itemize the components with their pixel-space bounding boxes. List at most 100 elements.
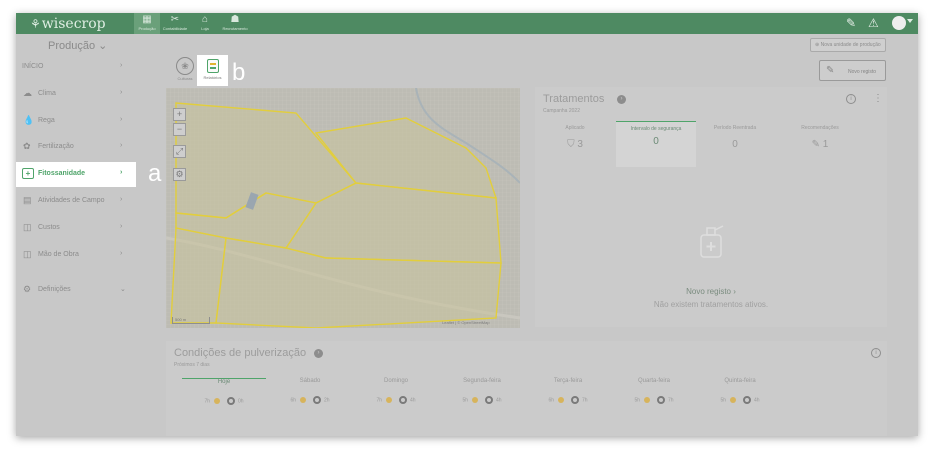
novo-registo-link[interactable]: Novo registo ›: [535, 287, 887, 296]
day-hours: 7h: [376, 397, 382, 404]
annotation-a: a: [148, 160, 162, 187]
sidebar-item-label: Definições: [38, 286, 71, 293]
logo-text: wisecrop: [41, 16, 106, 32]
sidebar-item-rega[interactable]: 💧 Rega ›: [16, 109, 136, 133]
sidebar-item-definicoes[interactable]: ⚙ Definições ⌄: [16, 278, 136, 302]
day-forecast[interactable]: Domingo 7h 4h: [354, 378, 438, 423]
sidebar-item-atividades[interactable]: ▤ Atividades de Campo ›: [16, 189, 136, 213]
annotation-b: b: [232, 59, 246, 86]
pulverizacao-title: Condições de pulverização: [174, 347, 307, 359]
worker-icon: ◫: [23, 249, 32, 259]
user-avatar[interactable]: [892, 16, 906, 30]
sidebar-item-label: Custos: [38, 224, 60, 231]
day-forecast[interactable]: Quinta-feira 5h 4h: [698, 378, 782, 423]
sun-icon: [386, 397, 392, 403]
chevron-down-icon: ⌄: [120, 286, 126, 293]
edit-icon[interactable]: ✎: [846, 16, 856, 30]
moon-icon: [485, 396, 493, 404]
sidebar: INÍCIO › ☁ Clima › 💧 Rega › ✿ Fertilização › + F…: [16, 55, 150, 436]
zoom-out-button[interactable]: −: [173, 123, 186, 136]
novo-registo-button[interactable]: ✎ Novo registo: [819, 60, 886, 81]
nav-recrutamento[interactable]: ☗ Recrutamento: [222, 13, 248, 34]
tab-label: Intervalo de segurança: [630, 126, 682, 132]
tab-label: Recomendações: [801, 125, 839, 131]
condicoes-pulverizacao-card: Condições de pulverização › Próximos 7 d…: [166, 341, 887, 436]
culturas-label: Culturas: [177, 76, 193, 81]
tab-aplicado[interactable]: Aplicado ⛉ 3: [535, 121, 615, 167]
empty-state-text: Não existem tratamentos ativos.: [653, 300, 769, 309]
layers-button[interactable]: ⚙: [173, 168, 186, 181]
go-arrow-icon[interactable]: ›: [617, 95, 626, 104]
chevron-right-icon: ›: [120, 142, 123, 149]
edit-icon: ✎: [826, 65, 835, 76]
scissors-icon: ✂: [170, 14, 180, 25]
tab-intervalo-seguranca[interactable]: Intervalo de segurança 0: [616, 121, 696, 167]
zoom-in-button[interactable]: +: [173, 108, 186, 121]
alert-icon[interactable]: ⚠: [868, 16, 879, 30]
culturas-button[interactable]: ❀ Culturas: [170, 57, 200, 87]
day-forecast[interactable]: Hoje 7h 0h: [182, 378, 266, 423]
nav-label: Loja: [201, 26, 209, 31]
sidebar-item-inicio[interactable]: INÍCIO ›: [16, 55, 136, 79]
tab-recomendacoes[interactable]: Recomendações ✎ 1: [780, 121, 860, 167]
day-forecast[interactable]: Segunda-feira 5h 4h: [440, 378, 524, 423]
sidebar-item-mao-de-obra[interactable]: ◫ Mão de Obra ›: [16, 243, 136, 267]
nav-label: Produção: [138, 26, 156, 31]
night-hours: 4h: [496, 397, 502, 404]
sidebar-item-label: Mão de Obra: [38, 251, 79, 258]
farm-map[interactable]: + − ⤢ ⚙ 500 m Leaflet | © OpenStreetMap: [166, 88, 520, 328]
day-forecast[interactable]: Quarta-feira 5h 7h: [612, 378, 696, 423]
sidebar-item-custos[interactable]: ◫ Custos ›: [16, 216, 136, 240]
tab-value: 0: [653, 136, 659, 147]
sidebar-item-clima[interactable]: ☁ Clima ›: [16, 82, 136, 106]
moon-icon: [743, 396, 751, 404]
tab-label: Período Reentrada: [713, 125, 757, 131]
sun-icon: [730, 397, 736, 403]
night-hours: 7h: [668, 397, 674, 404]
sidebar-item-fitossanidade[interactable]: + Fitossanidade ›: [16, 162, 136, 187]
fullscreen-button[interactable]: ⤢: [173, 145, 186, 158]
map-attribution[interactable]: Leaflet | © OpenStreetMap: [442, 320, 490, 325]
chevron-down-icon[interactable]: [907, 19, 913, 23]
sidebar-item-label: INÍCIO: [22, 63, 44, 70]
sun-icon: [472, 397, 478, 403]
note-icon: ✎: [811, 139, 823, 150]
sun-icon: [300, 397, 306, 403]
day-forecast[interactable]: Sábado 6h 2h: [268, 378, 352, 423]
clipboard-icon: ▤: [23, 195, 32, 205]
info-icon[interactable]: i: [846, 94, 856, 104]
basket-icon: ⌂: [201, 14, 209, 25]
wisecrop-logo[interactable]: ⚘wisecrop: [30, 16, 106, 32]
nav-contabilidade[interactable]: ✂ Contabilidade: [162, 13, 188, 34]
relatorios-button[interactable]: Relatórios: [197, 55, 228, 86]
tab-periodo-reentrada[interactable]: Período Reentrada 0: [695, 121, 775, 167]
more-options-icon[interactable]: ⋮: [873, 93, 883, 104]
night-hours: 4h: [410, 397, 416, 404]
plant-icon: ❀: [176, 57, 194, 75]
sun-icon: [558, 397, 564, 403]
go-arrow-icon[interactable]: ›: [314, 349, 323, 358]
info-icon[interactable]: i: [871, 348, 881, 358]
nav-loja[interactable]: ⌂ Loja: [192, 13, 218, 34]
day-name: Segunda-feira: [463, 378, 501, 384]
day-forecast[interactable]: Terça-feira 6h 7h: [526, 378, 610, 423]
relatorios-label: Relatórios: [203, 75, 222, 80]
chevron-right-icon: ›: [120, 116, 123, 123]
settings-icon: ⚙: [23, 284, 32, 294]
drop-icon: 💧: [23, 115, 35, 125]
tratamentos-subtitle: Campanha 2022: [543, 108, 580, 114]
sidebar-item-label: Fitossanidade: [38, 170, 86, 177]
cost-icon: ◫: [23, 222, 32, 232]
day-name: Hoje: [217, 379, 231, 385]
day-name: Domingo: [383, 378, 408, 384]
novo-registo-label: Novo registo: [848, 69, 877, 75]
nav-producao[interactable]: ▦ Produção: [134, 13, 160, 34]
production-selector[interactable]: Produção ⌄: [48, 39, 107, 52]
sidebar-item-fertilizacao[interactable]: ✿ Fertilização ›: [16, 135, 136, 159]
add-production-unit-button[interactable]: ⊕ Nova unidade de produção: [810, 38, 886, 52]
add-production-label: Nova unidade de produção: [820, 42, 881, 48]
map-canvas: [166, 88, 520, 328]
top-bar: ⚘wisecrop ▦ Produção ✂ Contabilidade ⌂ Loja…: [16, 13, 918, 34]
sidebar-item-label: Rega: [38, 117, 55, 124]
day-hours: 5h: [634, 397, 640, 404]
